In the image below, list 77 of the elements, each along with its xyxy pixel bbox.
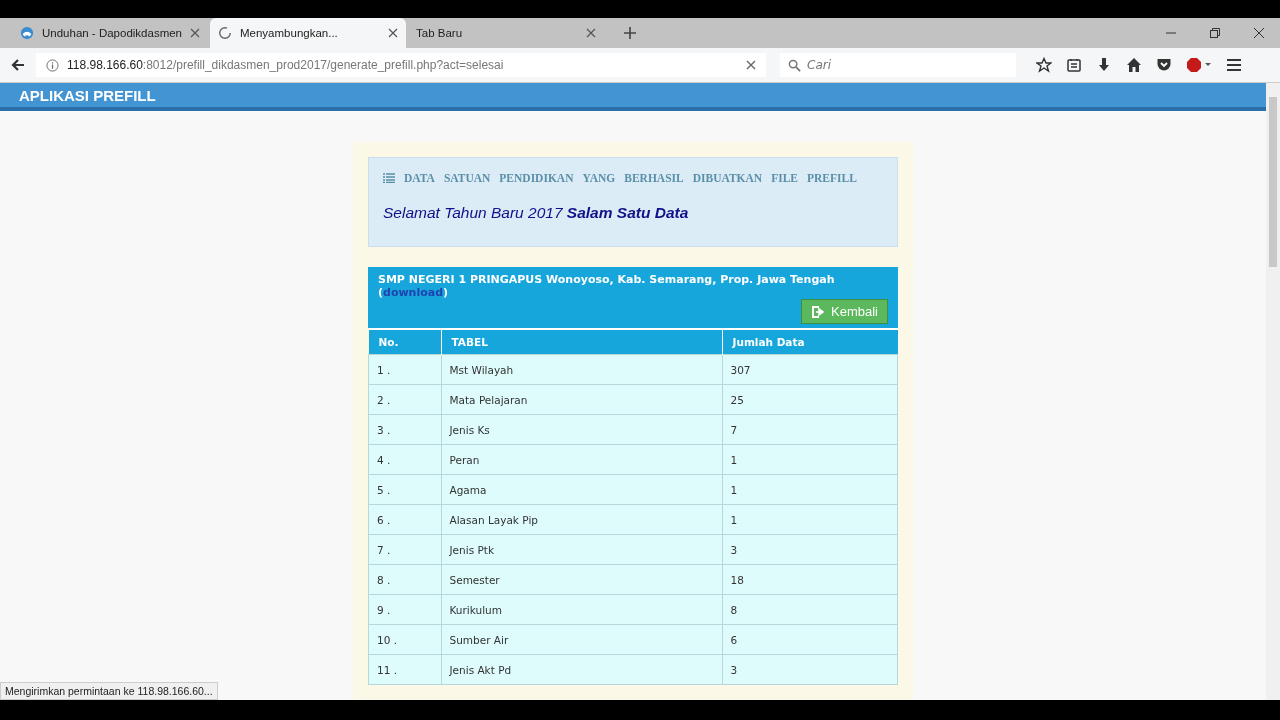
table-cell: 1 . <box>368 354 441 385</box>
restore-icon[interactable] <box>1210 28 1220 38</box>
search-field[interactable]: Cari <box>780 53 1016 77</box>
address-bar[interactable]: 118.98.166.60:8012/prefill_dikdasmen_prod2017/generate_prefill.php?act=selesai <box>36 53 766 77</box>
browser-tab[interactable]: Unduhan - Dapodikdasmen <box>12 18 208 48</box>
info-icon <box>46 58 59 72</box>
table-cell: 7 <box>722 414 898 445</box>
table-cell: Sumber Air <box>441 624 722 655</box>
parenthesis: ( <box>378 286 384 299</box>
table-cell: 1 <box>722 474 898 505</box>
search-icon <box>788 59 801 72</box>
close-icon[interactable] <box>1254 28 1264 38</box>
adblock-icon[interactable] <box>1186 57 1212 73</box>
status-text: Mengirimkan permintaan ke 118.98.166.60... <box>0 682 218 700</box>
download-icon[interactable] <box>1096 57 1112 73</box>
heading-word: BERHASIL <box>624 172 684 184</box>
scrollbar[interactable] <box>1266 83 1280 700</box>
column-header: TABEL <box>441 329 722 355</box>
table-cell: 8 <box>722 594 898 625</box>
school-name: SMP NEGERI 1 PRINGAPUS Wonoyoso, Kab. Semarang, Prop. Jawa Tengah <box>378 273 836 286</box>
home-icon[interactable] <box>1126 57 1142 73</box>
table-cell: 18 <box>722 564 898 595</box>
close-icon[interactable] <box>190 28 200 38</box>
new-tab-icon[interactable] <box>624 27 636 39</box>
list-icon <box>383 173 395 183</box>
heading-word: DIBUATKAN <box>692 172 763 184</box>
table-cell: Agama <box>441 474 722 505</box>
column-header: Jumlah Data <box>722 329 898 355</box>
close-icon[interactable] <box>586 28 596 38</box>
clear-icon[interactable] <box>746 60 756 70</box>
table-cell: Alasan Layak Pip <box>441 504 722 535</box>
table-cell: Semester <box>441 564 722 595</box>
heading-word: SATUAN <box>443 172 491 184</box>
browser-tab[interactable]: Menyambungkan... <box>210 18 406 48</box>
heading-word: DATA <box>404 172 435 184</box>
table-cell: 3 <box>722 654 898 685</box>
table-cell: 1 <box>722 504 898 535</box>
table-cell: 10 . <box>368 624 441 655</box>
heading-word: PENDIDIKAN <box>499 172 574 184</box>
app-title: APLIKASI PREFILL <box>19 86 156 104</box>
star-icon[interactable] <box>1036 57 1052 73</box>
table-cell: Mst Wilayah <box>441 354 722 385</box>
table-cell: 8 . <box>368 564 441 595</box>
browser-tab[interactable]: Tab Baru <box>408 18 604 48</box>
loading-icon <box>218 26 232 40</box>
table-cell: 307 <box>722 354 898 385</box>
table-cell: 9 . <box>368 594 441 625</box>
parenthesis: ) <box>443 286 449 299</box>
greeting-text: Selamat Tahun Baru 2017 Salam Satu Data <box>383 204 690 222</box>
table-cell: 6 . <box>368 504 441 535</box>
heading-word: FILE <box>771 172 798 184</box>
table-cell: 25 <box>722 384 898 415</box>
close-icon[interactable] <box>388 28 398 38</box>
menu-icon[interactable] <box>1226 57 1242 73</box>
table-cell: Jenis Ks <box>441 414 722 445</box>
table-cell: 3 . <box>368 414 441 445</box>
column-header: No. <box>368 329 441 355</box>
heading-word: PREFILL <box>807 172 857 184</box>
table-cell: 7 . <box>368 534 441 565</box>
back-icon[interactable] <box>10 57 26 73</box>
table-cell: Mata Pelajaran <box>441 384 722 415</box>
heading-word: YANG <box>582 172 616 184</box>
table-cell: Peran <box>441 444 722 475</box>
table-cell: 5 . <box>368 474 441 505</box>
table-cell: 6 <box>722 624 898 655</box>
table-cell: 4 . <box>368 444 441 475</box>
table-cell: 1 <box>722 444 898 475</box>
table-cell: 2 . <box>368 384 441 415</box>
sign-out-icon <box>811 305 826 318</box>
pocket-icon[interactable] <box>1156 57 1172 73</box>
table-cell: 3 <box>722 534 898 565</box>
table-cell: Jenis Ptk <box>441 534 722 565</box>
globe-icon <box>20 26 34 40</box>
table-cell: 11 . <box>368 654 441 685</box>
table-cell: Kurikulum <box>441 594 722 625</box>
reading-list-icon[interactable] <box>1066 57 1082 73</box>
table-cell: Jenis Akt Pd <box>441 654 722 685</box>
